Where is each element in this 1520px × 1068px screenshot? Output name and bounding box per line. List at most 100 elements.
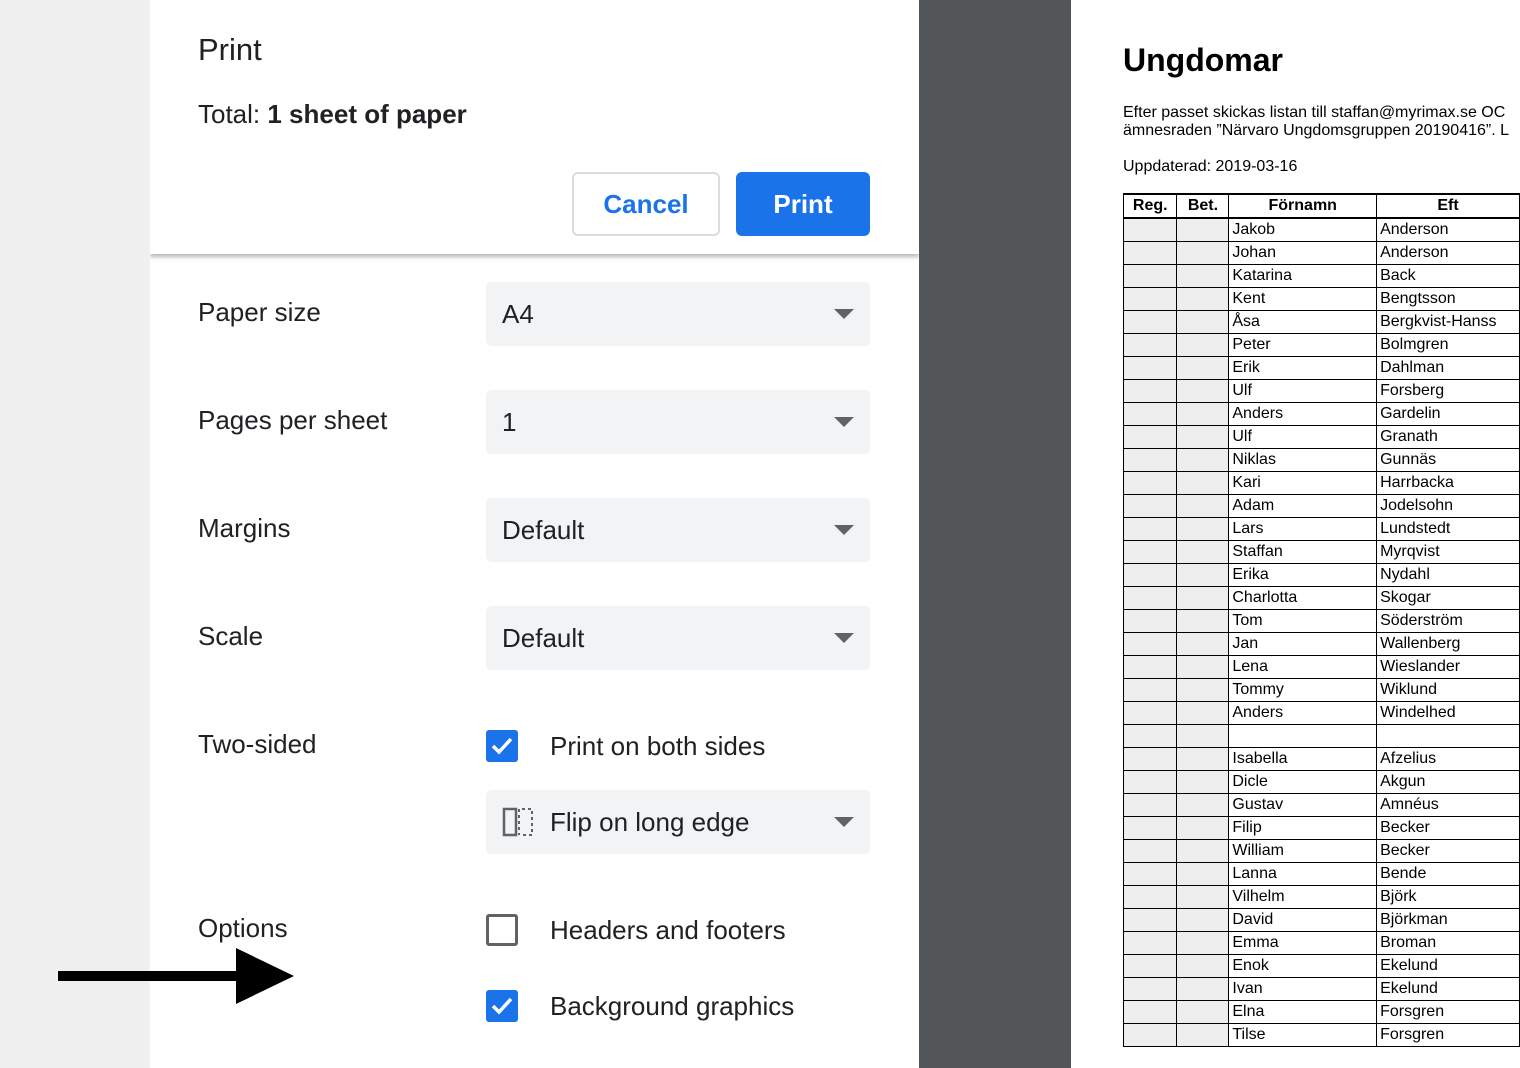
firstname-cell: Ulf: [1228, 425, 1378, 449]
options-label: Options: [198, 913, 288, 943]
headers-footers-label: Headers and footers: [550, 915, 786, 945]
bet-cell: [1176, 310, 1230, 334]
table-row: Charlotta Skogar: [1122, 586, 1520, 610]
bet-cell: [1176, 632, 1230, 656]
chevron-down-icon: [834, 525, 854, 535]
headers-footers-checkbox[interactable]: [486, 914, 518, 946]
table-row: Gustav Amnéus: [1122, 793, 1520, 817]
pages-per-sheet-select[interactable]: 1: [486, 390, 870, 454]
lastname-cell: Becker: [1376, 839, 1520, 863]
firstname-cell: [1228, 724, 1378, 748]
table-row: Erik Dahlman: [1122, 356, 1520, 380]
bet-cell: [1176, 609, 1230, 633]
firstname-cell: Filip: [1228, 816, 1378, 840]
firstname-cell: Enok: [1228, 954, 1378, 978]
table-row: Filip Becker: [1122, 816, 1520, 840]
bet-cell: [1176, 793, 1230, 817]
lastname-cell: Forsberg: [1376, 379, 1520, 403]
lastname-cell: Wiklund: [1376, 678, 1520, 702]
table-row: Jakob Anderson: [1122, 217, 1520, 242]
reg-cell: [1122, 931, 1178, 955]
column-header-reg: Reg.: [1122, 193, 1178, 219]
table-row: Lanna Bende: [1122, 862, 1520, 886]
table-row: Dicle Akgun: [1122, 770, 1520, 794]
bet-cell: [1176, 678, 1230, 702]
bet-cell: [1176, 540, 1230, 564]
firstname-cell: Elna: [1228, 1000, 1378, 1024]
bet-cell: [1176, 402, 1230, 426]
reg-cell: [1122, 310, 1178, 334]
firstname-cell: Adam: [1228, 494, 1378, 518]
table-row: Ulf Granath: [1122, 425, 1520, 449]
margins-label: Margins: [198, 513, 291, 543]
table-row: Peter Bolmgren: [1122, 333, 1520, 357]
firstname-cell: Lars: [1228, 517, 1378, 541]
reg-cell: [1122, 448, 1178, 472]
firstname-cell: Erik: [1228, 356, 1378, 380]
column-header-bet: Bet.: [1176, 193, 1230, 219]
table-row: Emma Broman: [1122, 931, 1520, 955]
background-graphics-checkbox[interactable]: [486, 990, 518, 1022]
lastname-cell: Broman: [1376, 931, 1520, 955]
firstname-cell: Anders: [1228, 701, 1378, 725]
table-row: Enok Ekelund: [1122, 954, 1520, 978]
print-both-sides-checkbox[interactable]: [486, 730, 518, 762]
reg-cell: [1122, 494, 1178, 518]
bet-cell: [1176, 586, 1230, 610]
cancel-button[interactable]: Cancel: [572, 172, 720, 236]
lastname-cell: Forsgren: [1376, 1000, 1520, 1024]
bet-cell: [1176, 494, 1230, 518]
reg-cell: [1122, 862, 1178, 886]
bet-cell: [1176, 1023, 1230, 1047]
lastname-cell: Bengtsson: [1376, 287, 1520, 311]
checkmark-icon: [491, 997, 513, 1015]
column-header-lastname: Eft: [1376, 193, 1520, 219]
reg-cell: [1122, 287, 1178, 311]
attendance-table-body: Jakob Anderson Johan Anderson Katarina Back Ke…: [1122, 217, 1520, 1047]
reg-cell: [1122, 356, 1178, 380]
margins-select[interactable]: Default: [486, 498, 870, 562]
table-row: Kent Bengtsson: [1122, 287, 1520, 311]
table-row: Lena Wieslander: [1122, 655, 1520, 679]
lastname-cell: Akgun: [1376, 770, 1520, 794]
bet-cell: [1176, 954, 1230, 978]
firstname-cell: Jan: [1228, 632, 1378, 656]
table-row: Anders Windelhed: [1122, 701, 1520, 725]
reg-cell: [1122, 793, 1178, 817]
reg-cell: [1122, 977, 1178, 1001]
lastname-cell: Nydahl: [1376, 563, 1520, 587]
reg-cell: [1122, 816, 1178, 840]
table-row: Johan Anderson: [1122, 241, 1520, 265]
arrow-right-icon: [58, 948, 294, 1004]
paper-size-select[interactable]: A4: [486, 282, 870, 346]
reg-cell: [1122, 839, 1178, 863]
bet-cell: [1176, 885, 1230, 909]
reg-cell: [1122, 609, 1178, 633]
lastname-cell: Ekelund: [1376, 977, 1520, 1001]
firstname-cell: Niklas: [1228, 448, 1378, 472]
bet-cell: [1176, 241, 1230, 265]
lastname-cell: Anderson: [1376, 217, 1520, 242]
lastname-cell: Back: [1376, 264, 1520, 288]
lastname-cell: Skogar: [1376, 586, 1520, 610]
firstname-cell: Tom: [1228, 609, 1378, 633]
preview-title: Ungdomar: [1123, 42, 1283, 78]
reg-cell: [1122, 379, 1178, 403]
bet-cell: [1176, 1000, 1230, 1024]
reg-cell: [1122, 655, 1178, 679]
reg-cell: [1122, 333, 1178, 357]
bet-cell: [1176, 747, 1230, 771]
scale-select[interactable]: Default: [486, 606, 870, 670]
reg-cell: [1122, 217, 1178, 242]
reg-cell: [1122, 1023, 1178, 1047]
flip-edge-select[interactable]: Flip on long edge: [486, 790, 870, 854]
bet-cell: [1176, 264, 1230, 288]
preview-updated: Uppdaterad: 2019-03-16: [1123, 158, 1298, 175]
lastname-cell: Forsgren: [1376, 1023, 1520, 1047]
table-row: Lars Lundstedt: [1122, 517, 1520, 541]
print-button[interactable]: Print: [736, 172, 870, 236]
firstname-cell: Jakob: [1228, 217, 1378, 242]
firstname-cell: Gustav: [1228, 793, 1378, 817]
table-row: Isabella Afzelius: [1122, 747, 1520, 771]
firstname-cell: Katarina: [1228, 264, 1378, 288]
